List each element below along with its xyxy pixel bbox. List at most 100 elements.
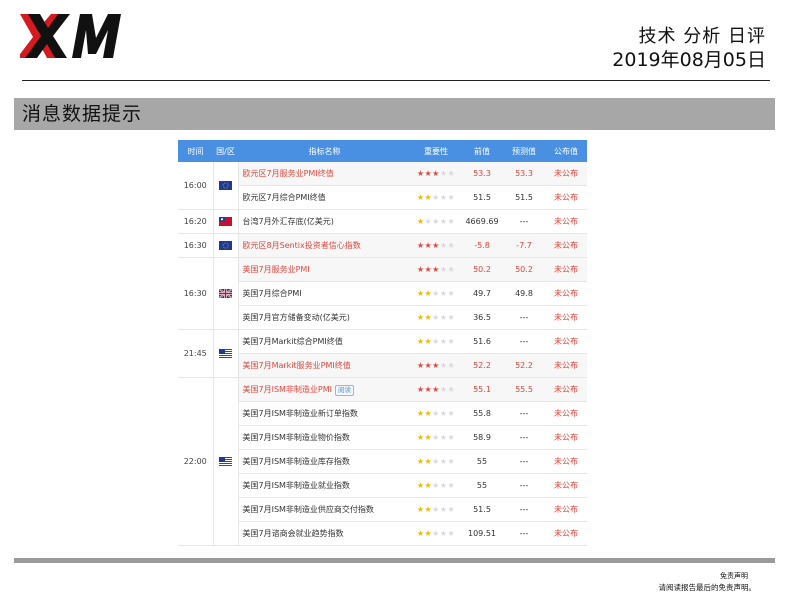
forecast-value: 52.2 <box>503 353 545 378</box>
actual-value: 未公布 <box>545 162 587 186</box>
importance-stars: ★★★★★ <box>411 401 461 426</box>
column-header-previous: 前值 <box>461 140 503 162</box>
importance-stars: ★★★★★ <box>411 162 461 186</box>
indicator-name: 美国7月ISM非制造业新订单指数 <box>242 409 358 418</box>
indicator-name: 台湾7月外汇存底(亿美元) <box>242 217 334 226</box>
star-icon: ★ <box>424 361 433 370</box>
event-time: 16:20 <box>178 209 214 234</box>
table-row: 美国7月ISM非制造业新订单指数 ★★★★★ 55.8 --- 未公布 <box>178 401 587 426</box>
star-icon: ★ <box>432 457 440 466</box>
star-icon: ★ <box>447 505 456 514</box>
star-icon: ★ <box>447 289 456 298</box>
column-header-indicator: 指标名称 <box>238 140 411 162</box>
actual-value: 未公布 <box>545 209 587 234</box>
forecast-value: 51.5 <box>503 185 545 210</box>
indicator-name: 美国7月ISM非制造业PMI <box>242 384 333 394</box>
us-flag-icon <box>219 349 232 358</box>
taiwan-flag-icon <box>219 217 232 226</box>
star-icon: ★ <box>447 265 456 274</box>
star-icon: ★ <box>447 409 456 418</box>
star-icon: ★ <box>439 505 448 514</box>
star-icon: ★ <box>432 313 440 322</box>
star-icon: ★ <box>447 457 456 466</box>
previous-value: 49.7 <box>461 281 503 306</box>
star-icon: ★ <box>439 265 448 274</box>
event-time: 16:30 <box>178 233 214 258</box>
star-icon: ★ <box>439 217 448 226</box>
table-row: 美国7月谘商会就业趋势指数 ★★★★★ 109.51 --- 未公布 <box>178 521 587 546</box>
importance-stars: ★★★★★ <box>411 233 461 258</box>
section-title: 消息数据提示 <box>14 98 775 130</box>
table-row: 22:00 美国7月ISM非制造业PMI 阅读 ★★★★★ 55.1 55.5 未公布 <box>178 377 587 546</box>
star-icon: ★ <box>432 265 440 274</box>
importance-stars: ★★★★★ <box>411 185 461 210</box>
star-icon: ★ <box>424 337 433 346</box>
star-icon: ★ <box>424 481 433 490</box>
actual-value: 未公布 <box>545 497 587 522</box>
eu-flag-icon <box>219 181 232 190</box>
column-header-time: 时间 <box>178 140 213 162</box>
event-time: 22:00 <box>178 377 214 546</box>
indicator-name: 美国7月ISM非制造业就业指数 <box>242 481 350 490</box>
star-icon: ★ <box>439 457 448 466</box>
header-divider <box>22 80 770 81</box>
star-icon: ★ <box>432 409 440 418</box>
forecast-value: -7.7 <box>503 233 545 258</box>
star-icon: ★ <box>439 241 448 250</box>
xm-logo <box>20 14 121 58</box>
table-row: 16:30 英国7月服务业PMI ★★★★★ 50.2 50.2 未公布 <box>178 257 587 330</box>
star-icon: ★ <box>439 481 448 490</box>
forecast-value: --- <box>503 497 545 522</box>
read-tag[interactable]: 阅读 <box>335 384 355 396</box>
table-row: 16:00 欧元区7月服务业PMI终值 ★★★★★ 53.3 53.3 未公布 <box>178 162 587 210</box>
star-icon: ★ <box>432 217 440 226</box>
footer-divider <box>14 558 775 563</box>
actual-value: 未公布 <box>545 257 587 282</box>
star-icon: ★ <box>447 529 456 538</box>
importance-stars: ★★★★★ <box>411 209 461 234</box>
previous-value: 51.6 <box>461 329 503 354</box>
star-icon: ★ <box>424 409 433 418</box>
star-icon: ★ <box>447 241 456 250</box>
forecast-value: --- <box>503 449 545 474</box>
actual-value: 未公布 <box>545 425 587 450</box>
star-icon: ★ <box>424 169 433 178</box>
table-row: 美国7月ISM非制造业物价指数 ★★★★★ 58.9 --- 未公布 <box>178 425 587 450</box>
indicator-name: 欧元区7月综合PMI终值 <box>242 193 326 202</box>
star-icon: ★ <box>432 385 440 394</box>
star-icon: ★ <box>424 289 433 298</box>
actual-value: 未公布 <box>545 473 587 498</box>
table-row: 美国7月Markit服务业PMI终值 ★★★★★ 52.2 52.2 未公布 <box>178 353 587 378</box>
previous-value: 55.1 <box>461 377 503 402</box>
previous-value: 55 <box>461 449 503 474</box>
event-time: 16:30 <box>178 257 214 330</box>
forecast-value: --- <box>503 329 545 354</box>
previous-value: 52.2 <box>461 353 503 378</box>
indicator-name: 美国7月ISM非制造业物价指数 <box>242 433 350 442</box>
star-icon: ★ <box>424 193 433 202</box>
importance-stars: ★★★★★ <box>411 257 461 282</box>
table-header-row: 时间 国/区 指标名称 重要性 前值 预测值 公布值 <box>178 140 587 162</box>
indicator-name: 美国7月Markit综合PMI终值 <box>242 337 343 346</box>
forecast-value: --- <box>503 473 545 498</box>
importance-stars: ★★★★★ <box>411 449 461 474</box>
indicator-name: 美国7月ISM非制造业供应商交付指数 <box>242 505 374 514</box>
table-row: 英国7月官方储备变动(亿美元) ★★★★★ 36.5 --- 未公布 <box>178 305 587 330</box>
star-icon: ★ <box>439 337 448 346</box>
previous-value: 36.5 <box>461 305 503 330</box>
column-header-actual: 公布值 <box>545 140 587 162</box>
star-icon: ★ <box>424 385 433 394</box>
forecast-value: 53.3 <box>503 162 545 186</box>
importance-stars: ★★★★★ <box>411 473 461 498</box>
star-icon: ★ <box>432 361 440 370</box>
forecast-value: --- <box>503 521 545 546</box>
table-row: 美国7月ISM非制造业供应商交付指数 ★★★★★ 51.5 --- 未公布 <box>178 497 587 522</box>
importance-stars: ★★★★★ <box>411 305 461 330</box>
forecast-value: --- <box>503 401 545 426</box>
star-icon: ★ <box>424 217 433 226</box>
star-icon: ★ <box>432 169 440 178</box>
indicator-name: 美国7月ISM非制造业库存指数 <box>242 457 350 466</box>
previous-value: 51.5 <box>461 185 503 210</box>
star-icon: ★ <box>432 241 440 250</box>
actual-value: 未公布 <box>545 305 587 330</box>
